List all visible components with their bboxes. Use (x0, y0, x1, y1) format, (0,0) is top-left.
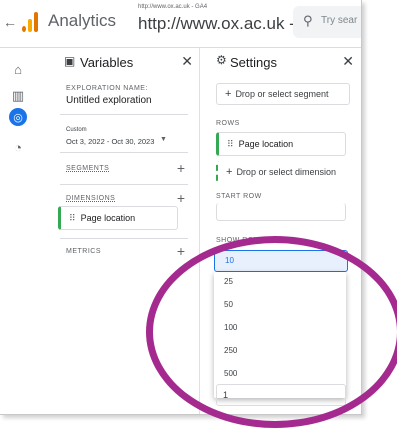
menu-item[interactable]: 250 (224, 346, 237, 355)
divider (60, 184, 188, 185)
start-row-field[interactable] (216, 203, 346, 221)
settings-panel: ⚙ Settings ✕ + Drop or select segment RO… (200, 48, 361, 414)
back-arrow-icon[interactable]: ← (3, 14, 17, 30)
dimension-chip-page-location[interactable]: ⠿ Page location (58, 206, 178, 230)
app-title: Analytics (48, 11, 117, 30)
settings-title: Settings (230, 55, 277, 70)
home-icon[interactable]: ⌂ (9, 60, 27, 78)
left-nav-rail: ⌂ ▥ ◎ ◔ (0, 48, 48, 414)
plus-icon: + (225, 88, 232, 100)
explore-icon[interactable]: ◎ (9, 108, 27, 126)
divider (60, 114, 188, 115)
variables-icon: ▣ (64, 54, 76, 68)
analytics-logo-icon (22, 12, 40, 32)
top-header: ← Analytics http://www.ox.ac.uk - GA4 ht… (0, 0, 361, 48)
search-input[interactable]: ⚲ Try sear (293, 6, 361, 38)
exploration-name-label: EXPLORATION NAME: (66, 85, 148, 92)
bottom-field-value: 1 (223, 390, 229, 400)
bottom-field[interactable]: 1 (216, 384, 346, 406)
plus-icon: + (226, 166, 233, 178)
divider (60, 238, 188, 239)
rows-chip-page-location[interactable]: ⠿ Page location (216, 132, 346, 156)
metrics-label: METRICS (66, 248, 101, 255)
rows-chip-label: Page location (238, 139, 294, 149)
add-segment-button[interactable]: + (177, 161, 185, 175)
variables-header: ▣ Variables ✕ (48, 48, 199, 72)
drag-handle-icon[interactable]: ⠿ (69, 213, 76, 224)
drag-handle-icon[interactable]: ⠿ (227, 139, 234, 150)
account-name[interactable]: http://www.ox.ac.uk - GA4 (138, 4, 207, 10)
add-dimension-button[interactable]: + (177, 191, 185, 205)
dimension-chip-label: Page location (80, 213, 136, 223)
reports-icon[interactable]: ▥ (9, 87, 27, 105)
advertising-icon[interactable]: ◔ (9, 138, 27, 156)
search-placeholder: Try sear (321, 15, 358, 26)
close-icon[interactable]: ✕ (342, 53, 354, 70)
search-icon: ⚲ (303, 13, 313, 28)
show-rows-selected-value: 10 (225, 256, 234, 265)
menu-item[interactable]: 50 (224, 300, 233, 309)
start-row-label: START ROW (216, 193, 262, 200)
variables-panel: ▣ Variables ✕ EXPLORATION NAME: Untitled… (48, 48, 200, 414)
gear-icon: ⚙ (216, 53, 227, 67)
segments-label: SEGMENTS (66, 165, 110, 172)
settings-header: ⚙ Settings ✕ (200, 48, 361, 72)
app-window: ← Analytics http://www.ox.ac.uk - GA4 ht… (0, 0, 362, 415)
show-rows-select[interactable]: 10 (214, 250, 348, 272)
variables-title: Variables (80, 55, 134, 70)
date-range-picker[interactable]: Oct 3, 2022 - Oct 30, 2023 (66, 137, 154, 146)
add-metric-button[interactable]: + (177, 244, 185, 258)
menu-item[interactable]: 100 (224, 323, 237, 332)
exploration-name-field[interactable]: Untitled exploration (66, 95, 152, 106)
drop-dimension-target[interactable]: + Drop or select dimension (216, 161, 356, 183)
dimensions-label: DIMENSIONS (66, 195, 116, 202)
drop-dimension-label: Drop or select dimension (236, 167, 336, 177)
drop-segment-label: Drop or select segment (235, 89, 329, 99)
caret-down-icon[interactable]: ▼ (160, 136, 167, 143)
date-preset-label: Custom (66, 127, 87, 133)
menu-item[interactable]: 25 (224, 277, 233, 286)
show-rows-menu: 25 50 100 250 500 (214, 272, 346, 398)
divider (60, 152, 188, 153)
show-rows-label: SHOW ROWS (216, 237, 266, 244)
close-icon[interactable]: ✕ (181, 53, 193, 70)
drop-segment-target[interactable]: + Drop or select segment (216, 83, 350, 105)
rows-label: ROWS (216, 120, 240, 127)
menu-item[interactable]: 500 (224, 369, 237, 378)
